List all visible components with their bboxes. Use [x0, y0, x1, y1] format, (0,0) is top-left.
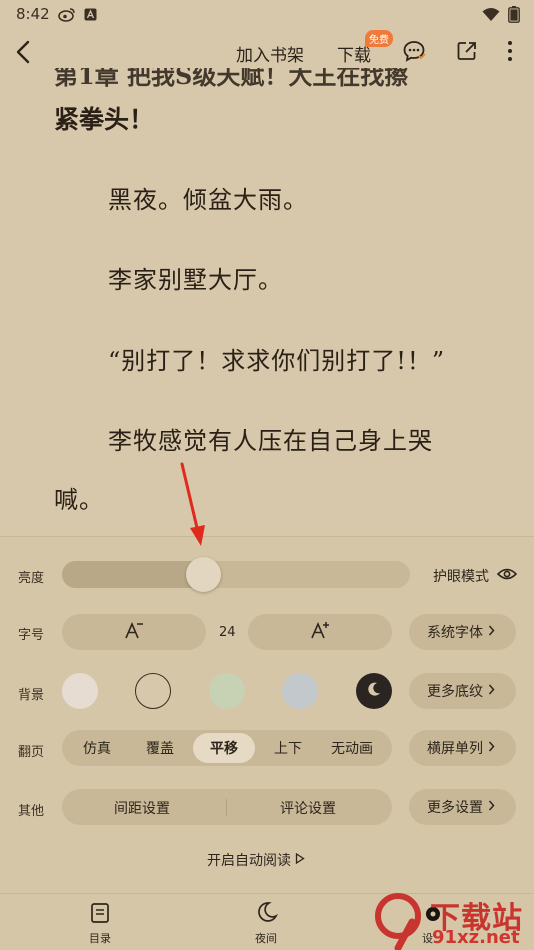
- more-backgrounds-button[interactable]: 更多底纹: [409, 673, 516, 709]
- page-turn-label: 翻页: [18, 745, 45, 760]
- wifi-icon: [482, 6, 500, 22]
- background-swatch-pink[interactable]: [62, 673, 98, 709]
- page-turn-option-slide-selected[interactable]: 平移: [193, 733, 255, 763]
- paragraph-3: “别打了！求求你们别打了!！”: [108, 347, 446, 375]
- table-of-contents-label[interactable]: 目录: [89, 930, 111, 946]
- eye-protection-mode-label[interactable]: 护眼模式: [433, 566, 489, 586]
- paragraph-4: 李牧感觉有人压在自己身上哭: [108, 427, 433, 455]
- font-size-value: 24: [219, 625, 236, 640]
- auto-read-label: 开启自动阅读: [207, 853, 291, 869]
- background-swatch-green[interactable]: [209, 673, 245, 709]
- paragraph-1: 黑夜。倾盆大雨。: [108, 186, 308, 214]
- font-increase-icon: [310, 621, 330, 643]
- share-icon[interactable]: [456, 40, 478, 66]
- chapter-title-line-2: 紧拳头！: [54, 105, 155, 134]
- auto-read-button[interactable]: 开启自动阅读: [207, 850, 305, 870]
- back-icon[interactable]: [14, 40, 34, 68]
- increase-font-button[interactable]: [248, 614, 392, 650]
- battery-icon: [508, 5, 520, 23]
- status-time: 8:42: [16, 5, 50, 23]
- landscape-single-column-button[interactable]: 横屏单列: [409, 730, 516, 766]
- red-annotation-arrow: [180, 462, 205, 546]
- night-mode-label[interactable]: 夜间: [255, 930, 277, 946]
- weibo-icon: [58, 6, 76, 22]
- watermark-logo-icon: [375, 893, 421, 950]
- more-options-icon[interactable]: [506, 40, 514, 66]
- page-turn-option-none[interactable]: 无动画: [321, 733, 383, 763]
- night-mode-icon[interactable]: [256, 901, 278, 927]
- more-backgrounds-label: 更多底纹: [427, 684, 483, 700]
- chevron-right-icon: [488, 799, 495, 815]
- background-swatch-dark[interactable]: [356, 673, 392, 709]
- landscape-single-column-label: 横屏单列: [427, 741, 483, 757]
- status-bar: 8:42: [0, 0, 534, 28]
- table-of-contents-icon[interactable]: [91, 903, 109, 927]
- chevron-right-icon: [488, 624, 495, 640]
- more-settings-button[interactable]: 更多设置: [409, 789, 516, 825]
- paragraph-2: 李家别墅大厅。: [108, 266, 283, 294]
- comment-icon[interactable]: [402, 39, 426, 67]
- font-size-label: 字号: [18, 628, 45, 643]
- brightness-slider-handle[interactable]: [186, 557, 221, 592]
- brightness-label: 亮度: [18, 571, 45, 586]
- page-turn-option-simulation[interactable]: 仿真: [66, 733, 128, 763]
- more-settings-label: 更多设置: [427, 800, 483, 816]
- watermark-url: 91xz.net: [432, 927, 520, 948]
- moon-icon: [366, 681, 382, 701]
- brightness-slider[interactable]: [62, 561, 410, 588]
- system-font-button[interactable]: 系统字体: [409, 614, 516, 650]
- add-to-shelf-button[interactable]: 加入书架: [236, 41, 304, 66]
- chevron-right-icon: [488, 683, 495, 699]
- background-swatch-gray-blue[interactable]: [282, 673, 318, 709]
- font-decrease-icon: [124, 621, 144, 643]
- system-font-label: 系统字体: [427, 625, 483, 641]
- decrease-font-button[interactable]: [62, 614, 206, 650]
- comment-settings-button[interactable]: 评论设置: [280, 798, 336, 818]
- page-turn-option-cover[interactable]: 覆盖: [129, 733, 191, 763]
- page-turn-option-scroll[interactable]: 上下: [257, 733, 319, 763]
- app-notification-icon: [84, 6, 97, 22]
- other-label: 其他: [18, 804, 45, 819]
- background-label: 背景: [18, 688, 45, 703]
- brightness-slider-fill: [62, 561, 205, 588]
- eye-icon[interactable]: [496, 566, 518, 586]
- background-swatch-parchment-selected[interactable]: [135, 673, 171, 709]
- free-badge: 免费: [365, 30, 393, 47]
- other-settings-group: [62, 789, 392, 825]
- chevron-right-icon: [488, 740, 495, 756]
- divider: [226, 799, 227, 816]
- spacing-settings-button[interactable]: 间距设置: [114, 798, 170, 818]
- play-icon: [295, 852, 305, 868]
- paragraph-4-continued: 喊。: [54, 486, 104, 514]
